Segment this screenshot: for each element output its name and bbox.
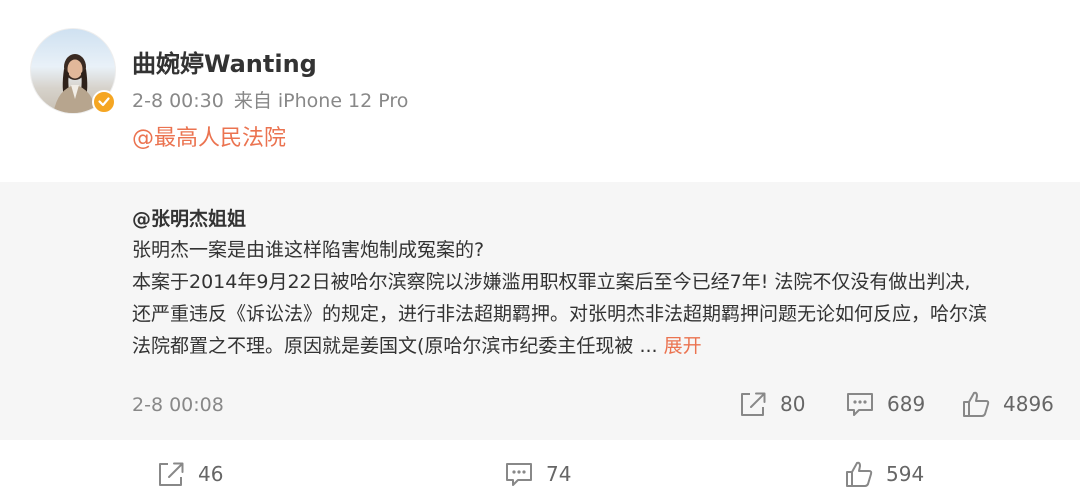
share-count: 46 [198,462,224,486]
comment-button[interactable]: 74 [504,460,571,488]
thumbs-up-icon [846,461,873,487]
repost-time[interactable]: 2-8 00:08 [132,394,224,416]
repost-like-button[interactable]: 4896 [961,390,1054,418]
post-meta: 2-8 00:30 来自 iPhone 12 Pro [132,86,408,113]
repost-text-line: 本案于2014年9月22日被哈尔滨察院以涉嫌滥用职权罪立案后至今已经7年! 法院… [132,271,971,293]
post-mention-link[interactable]: @最高人民法院 [132,120,286,152]
repost-share-count: 80 [780,392,806,416]
comment-count: 74 [546,462,572,486]
like-count: 594 [886,462,925,486]
author-name[interactable]: 曲婉婷Wanting [132,44,317,79]
repost-comment-button[interactable]: 689 [845,390,925,418]
post-action-bar: 46 74 594 [0,440,1080,504]
repost-card[interactable]: @张明杰姐姐 张明杰一案是由谁这样陷害炮制成冤案的? 本案于2014年9月22日… [0,182,1080,440]
avatar-container[interactable] [30,28,116,114]
repost-like-count: 4896 [1003,392,1054,416]
post-source: 来自 iPhone 12 Pro [233,90,409,112]
share-icon [741,392,766,416]
repost-text: 张明杰一案是由谁这样陷害炮制成冤案的? 本案于2014年9月22日被哈尔滨察院以… [132,234,1052,362]
comment-icon [506,463,532,486]
repost-text-line-last: 法院都置之不理。原因就是姜国文(原哈尔滨市纪委主任现被 ... 展开 [132,330,1052,362]
repost-text-line: 还严重违反《诉讼法》的规定，进行非法超期羁押。对张明杰非法超期羁押问题无论如何反… [132,303,988,325]
share-icon [159,462,184,486]
repost-text-line: 张明杰一案是由谁这样陷害炮制成冤案的? [132,239,485,261]
repost-author-link[interactable]: @张明杰姐姐 [132,204,246,231]
verified-badge-icon [92,90,116,114]
thumbs-up-icon [963,391,990,417]
post-time[interactable]: 2-8 00:30 [132,90,224,112]
weibo-post: 曲婉婷Wanting 2-8 00:30 来自 iPhone 12 Pro @最高… [0,0,1080,504]
repost-share-button[interactable]: 80 [738,390,805,418]
share-button[interactable]: 46 [156,460,223,488]
post-header: 曲婉婷Wanting 2-8 00:30 来自 iPhone 12 Pro @最高… [0,0,1080,182]
repost-comment-count: 689 [887,392,926,416]
repost-text-fragment: 法院都置之不理。原因就是姜国文(原哈尔滨市纪委主任现被 ... [132,335,664,357]
comment-icon [847,393,873,416]
expand-link[interactable]: 展开 [664,335,702,357]
like-button[interactable]: 594 [844,460,924,488]
